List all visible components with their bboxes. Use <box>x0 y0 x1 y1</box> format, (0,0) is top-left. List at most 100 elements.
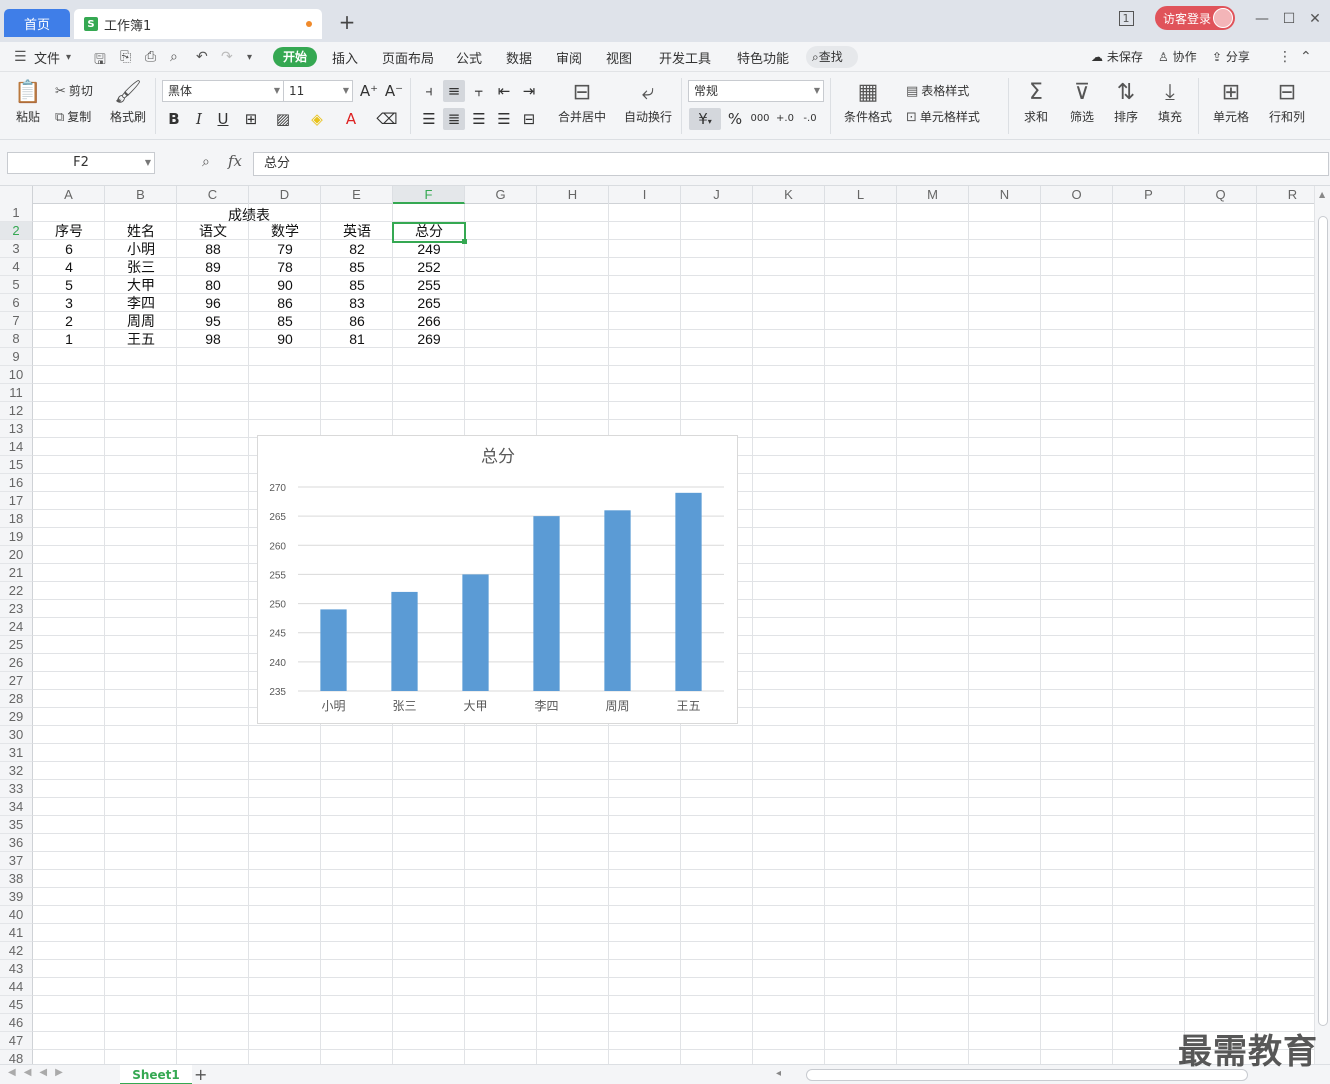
cell-a7[interactable]: 2 <box>33 312 105 330</box>
share-button[interactable]: ⇪ 分享 <box>1212 48 1250 65</box>
search-button[interactable]: ⌕查找 <box>806 46 858 68</box>
menu-developer[interactable]: 开发工具 <box>659 48 711 67</box>
row-header-4[interactable]: 4 <box>0 258 33 276</box>
currency-button[interactable]: ¥▾ <box>689 108 721 130</box>
column-header-b[interactable]: B <box>105 186 177 204</box>
menu-formulas[interactable]: 公式 <box>456 48 482 67</box>
cell-f5[interactable]: 255 <box>393 276 465 294</box>
distribute-icon[interactable]: ⊟ <box>518 108 540 130</box>
redo-icon[interactable]: ↷ <box>221 49 233 65</box>
row-header-13[interactable]: 13 <box>0 420 33 438</box>
increase-decimal-icon[interactable]: +.0 <box>774 108 796 130</box>
save-icon[interactable]: 🖫 <box>94 49 106 73</box>
decrease-font-icon[interactable]: A⁻ <box>383 80 405 102</box>
title-cell[interactable]: 成绩表 <box>177 206 321 224</box>
cell-c3[interactable]: 88 <box>177 240 249 258</box>
export-icon[interactable]: ⎘ <box>120 49 131 65</box>
justify-icon[interactable]: ☰ <box>493 108 515 130</box>
row-header-16[interactable]: 16 <box>0 474 33 492</box>
column-header-h[interactable]: H <box>537 186 609 204</box>
column-header-g[interactable]: G <box>465 186 537 204</box>
menu-page-layout[interactable]: 页面布局 <box>382 48 434 67</box>
column-header-a[interactable]: A <box>33 186 105 204</box>
align-left-icon[interactable]: ☰ <box>418 108 440 130</box>
format-painter-button[interactable]: 🖌 格式刷 <box>108 78 148 125</box>
column-header-q[interactable]: Q <box>1185 186 1257 204</box>
row-col-button[interactable]: ⊟ 行和列 <box>1262 78 1312 125</box>
row-header-1[interactable]: 1 <box>0 204 33 222</box>
paste-button[interactable]: 📋 粘贴 <box>10 78 46 125</box>
cell-e2[interactable]: 英语 <box>321 222 393 240</box>
row-header-42[interactable]: 42 <box>0 942 33 960</box>
home-tab[interactable]: 首页 <box>4 9 70 37</box>
percent-button[interactable]: % <box>724 108 746 130</box>
row-header-15[interactable]: 15 <box>0 456 33 474</box>
fill-color-icon[interactable]: ◈ <box>306 108 328 130</box>
conditional-format-button[interactable]: ▦ 条件格式 <box>838 78 898 125</box>
row-header-22[interactable]: 22 <box>0 582 33 600</box>
row-header-9[interactable]: 9 <box>0 348 33 366</box>
page-indicator-icon[interactable]: 1 <box>1115 8 1137 30</box>
row-header-25[interactable]: 25 <box>0 636 33 654</box>
row-header-28[interactable]: 28 <box>0 690 33 708</box>
row-header-35[interactable]: 35 <box>0 816 33 834</box>
hamburger-icon[interactable]: ☰ <box>14 49 27 65</box>
column-header-o[interactable]: O <box>1041 186 1113 204</box>
undo-icon[interactable]: ↶ <box>196 49 208 65</box>
column-header-d[interactable]: D <box>249 186 321 204</box>
name-box[interactable]: F2 ▼ <box>7 152 155 174</box>
column-header-m[interactable]: M <box>897 186 969 204</box>
cell-c4[interactable]: 89 <box>177 258 249 276</box>
cell-button[interactable]: ⊞ 单元格 <box>1206 78 1256 125</box>
row-header-2[interactable]: 2 <box>0 222 33 240</box>
sheet-nav-arrows-icon[interactable]: ◀◀◀▶ <box>8 1067 71 1078</box>
cell-b4[interactable]: 张三 <box>105 258 177 276</box>
print-icon[interactable]: ⎙ <box>145 49 156 65</box>
row-header-12[interactable]: 12 <box>0 402 33 420</box>
row-header-24[interactable]: 24 <box>0 618 33 636</box>
chevron-down-icon[interactable]: ▾ <box>66 52 71 63</box>
cell-style-button[interactable]: ⊡ 单元格样式 <box>906 108 980 125</box>
row-header-5[interactable]: 5 <box>0 276 33 294</box>
row-header-38[interactable]: 38 <box>0 870 33 888</box>
zoom-icon[interactable]: ⌕ <box>202 154 210 170</box>
row-header-46[interactable]: 46 <box>0 1014 33 1032</box>
fill-handle[interactable] <box>462 239 467 244</box>
new-tab-button[interactable]: + <box>336 10 358 34</box>
cell-f4[interactable]: 252 <box>393 258 465 276</box>
row-header-37[interactable]: 37 <box>0 852 33 870</box>
cell-d6[interactable]: 86 <box>249 294 321 312</box>
row-header-41[interactable]: 41 <box>0 924 33 942</box>
row-header-27[interactable]: 27 <box>0 672 33 690</box>
row-header-39[interactable]: 39 <box>0 888 33 906</box>
row-header-7[interactable]: 7 <box>0 312 33 330</box>
menu-view[interactable]: 视图 <box>606 48 632 67</box>
cell-e4[interactable]: 85 <box>321 258 393 276</box>
wrap-text-button[interactable]: ⤶ 自动换行 <box>622 78 674 125</box>
copy-button[interactable]: ⧉ 复制 <box>55 108 91 125</box>
merge-center-button[interactable]: ⊟ 合并居中 <box>552 78 612 125</box>
column-header-i[interactable]: I <box>609 186 681 204</box>
login-button[interactable]: 访客登录 <box>1155 6 1235 30</box>
cell-e6[interactable]: 83 <box>321 294 393 312</box>
cell-a4[interactable]: 4 <box>33 258 105 276</box>
add-sheet-button[interactable]: + <box>194 1065 210 1084</box>
close-icon[interactable]: ✕ <box>1304 8 1326 30</box>
cell-b8[interactable]: 王五 <box>105 330 177 348</box>
italic-button[interactable]: I <box>188 108 210 130</box>
cell-c8[interactable]: 98 <box>177 330 249 348</box>
decrease-indent-icon[interactable]: ⇤ <box>493 80 515 102</box>
row-header-23[interactable]: 23 <box>0 600 33 618</box>
menu-file[interactable]: 文件 <box>34 48 60 67</box>
vertical-scroll-thumb[interactable] <box>1318 216 1328 1026</box>
filter-button[interactable]: ⊽ 筛选 <box>1062 78 1102 125</box>
row-header-30[interactable]: 30 <box>0 726 33 744</box>
table-style-button[interactable]: ▤ 表格样式 <box>906 82 969 99</box>
cell-e8[interactable]: 81 <box>321 330 393 348</box>
column-header-n[interactable]: N <box>969 186 1041 204</box>
row-header-44[interactable]: 44 <box>0 978 33 996</box>
cell-d4[interactable]: 78 <box>249 258 321 276</box>
row-header-34[interactable]: 34 <box>0 798 33 816</box>
cell-b5[interactable]: 大甲 <box>105 276 177 294</box>
sum-button[interactable]: Σ 求和 <box>1016 78 1056 125</box>
